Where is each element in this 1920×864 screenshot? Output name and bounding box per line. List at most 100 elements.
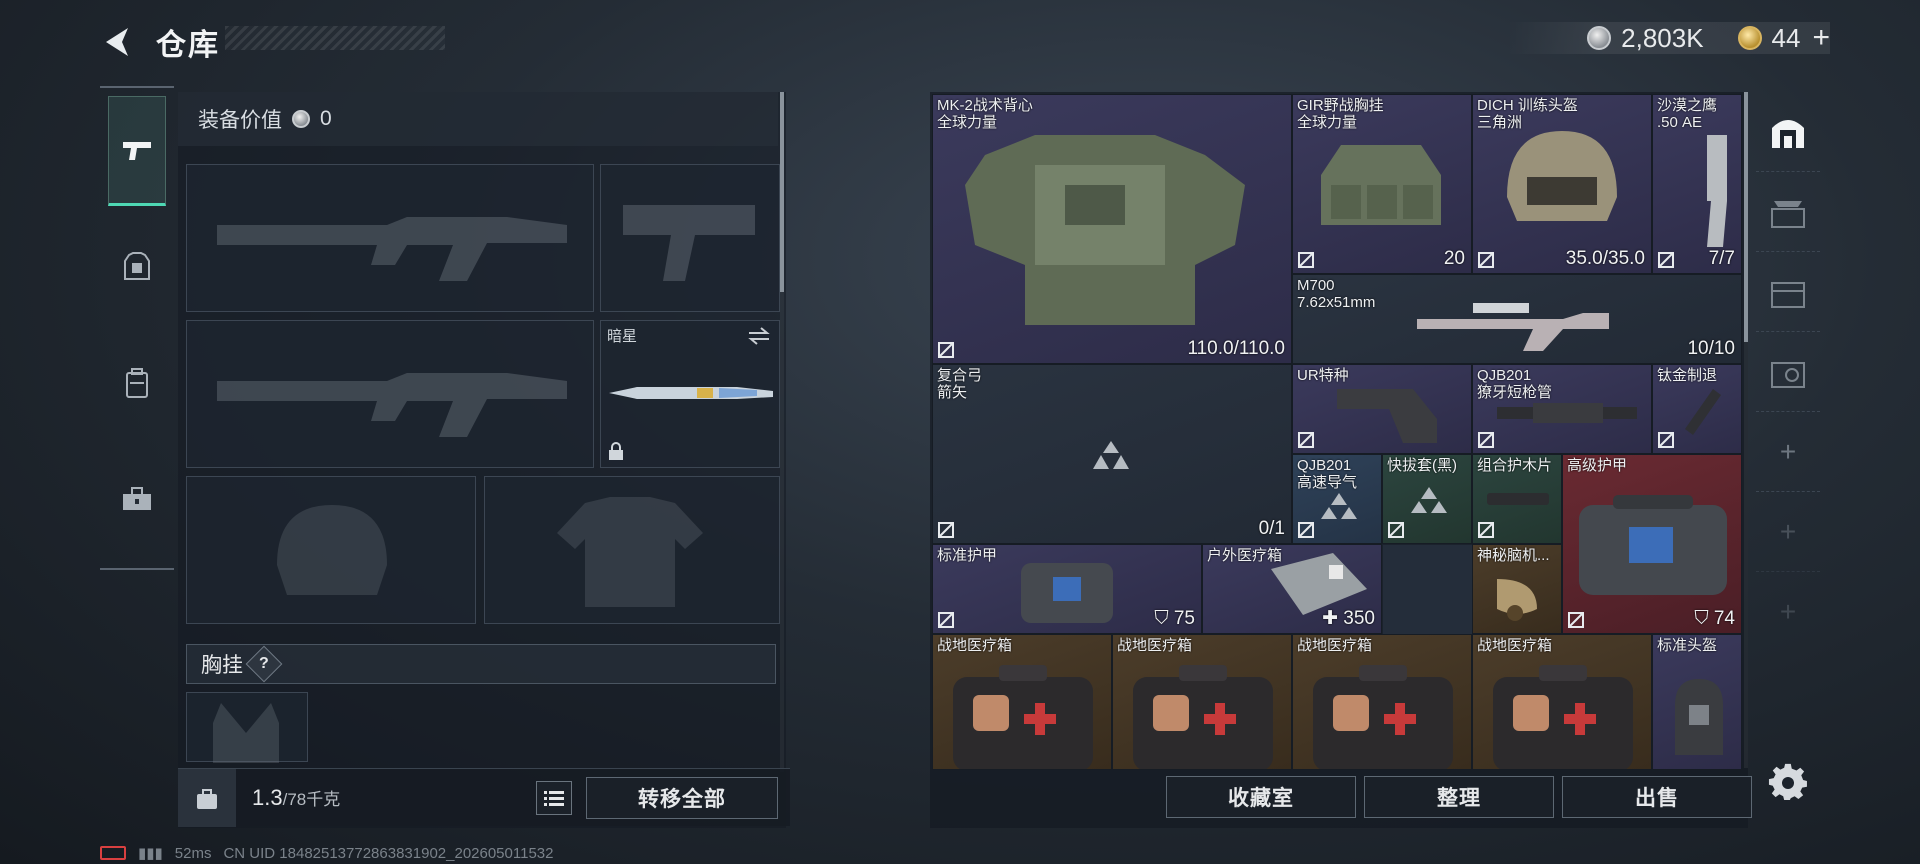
item-quick-holster[interactable]: 快拔套(黑): [1382, 454, 1472, 544]
tab-armor[interactable]: [108, 212, 166, 322]
secondary-weapon-slot[interactable]: [186, 320, 594, 468]
tab-tools[interactable]: [108, 444, 166, 554]
sell-button[interactable]: 出售: [1562, 776, 1752, 818]
unlock-icon: [1658, 252, 1674, 268]
item-heal-value: ✚ 350: [1322, 608, 1375, 629]
unlock-icon: [1658, 432, 1674, 448]
item-qjb201-gas[interactable]: QJB201 高速导气: [1292, 454, 1382, 544]
item-standard-armor[interactable]: 标准护甲 ⛉ 75: [932, 544, 1202, 634]
storage-scroll-thumb[interactable]: [1744, 92, 1748, 342]
melee-slot[interactable]: 暗星: [600, 320, 780, 468]
item-bow-arrows[interactable]: 复合弓 箭矢 0/1: [932, 364, 1292, 544]
item-m700[interactable]: M700 7.62x51mm 10/10: [1292, 274, 1742, 364]
sort-button[interactable]: 整理: [1364, 776, 1554, 818]
rig-silhouette: [213, 703, 279, 763]
item-desert-eagle[interactable]: 沙漠之鹰 .50 AE 7/7: [1652, 94, 1742, 274]
list-icon: [544, 791, 564, 806]
misc-crate-icon: [1771, 361, 1805, 388]
barrel-image: [1497, 403, 1637, 423]
unlock-icon: [1568, 612, 1584, 628]
transfer-all-button[interactable]: 转移全部: [586, 777, 778, 819]
item-durability: 35.0/35.0: [1565, 248, 1645, 269]
add-gold-button[interactable]: +: [1812, 21, 1830, 55]
item-dich-helmet[interactable]: DICH 训练头盔 三角洲 35.0/35.0: [1472, 94, 1652, 274]
item-mystery-device[interactable]: 神秘脑机...: [1472, 544, 1562, 634]
handguard-image: [1487, 493, 1549, 505]
item-field-medkit[interactable]: 战地医疗箱: [1292, 634, 1472, 770]
chest-rig-slot[interactable]: [186, 692, 308, 763]
add-storage-tab-button[interactable]: +: [1756, 412, 1820, 492]
medkit-image: [1313, 665, 1453, 769]
melee-name: 暗星: [607, 328, 638, 345]
tab-equipment-storage[interactable]: [1756, 252, 1820, 332]
item-field-medkit[interactable]: 战地医疗箱: [1112, 634, 1292, 770]
item-name: M700 7.62x51mm: [1297, 277, 1376, 311]
item-name: 沙漠之鹰 .50 AE: [1657, 97, 1718, 131]
item-standard-helmet[interactable]: 标准头盔: [1652, 634, 1742, 770]
item-titanium-muzzle[interactable]: 钛金制退: [1652, 364, 1742, 454]
unlock-icon: [1298, 252, 1314, 268]
item-handguard[interactable]: 组合护木片: [1472, 454, 1562, 544]
knife-image: [609, 387, 773, 399]
item-advanced-armor[interactable]: 高级护甲 ⛉ 74: [1562, 454, 1742, 634]
list-view-button[interactable]: [536, 781, 572, 815]
page-title: 仓库: [156, 29, 220, 62]
gold-amount: 44: [1771, 22, 1801, 53]
item-outdoor-medkit[interactable]: 户外医疗箱 ✚ 350: [1202, 544, 1382, 634]
chest-rig-label: 胸挂: [201, 654, 243, 677]
unlock-icon: [938, 522, 954, 538]
storage-grid: MK-2战术背心 全球力量 110.0/110.0 GIR野战胸挂 全球力量 20 …: [932, 94, 1742, 770]
tab-weapons[interactable]: [108, 96, 166, 206]
armor-slot[interactable]: [484, 476, 780, 624]
loadout-tabs: [100, 86, 174, 570]
item-mk2-vest[interactable]: MK-2战术背心 全球力量 110.0/110.0: [932, 94, 1292, 364]
ammo-triangle-icon: [1411, 487, 1447, 513]
helmet-slot[interactable]: [186, 476, 476, 624]
item-field-medkit[interactable]: 战地医疗箱: [932, 634, 1112, 770]
item-field-medkit[interactable]: 战地医疗箱: [1472, 634, 1652, 770]
storage-panel: MK-2战术背心 全球力量 110.0/110.0 GIR野战胸挂 全球力量 20 …: [930, 92, 1748, 828]
tab-all-storage[interactable]: [1756, 92, 1820, 172]
loadout-panel: 装备价值 0 暗星 胸挂 ?: [178, 92, 786, 828]
weight-max: /78千克: [282, 790, 341, 809]
back-arrow-icon[interactable]: [98, 22, 138, 62]
item-name: 组合护木片: [1477, 457, 1553, 474]
primary-weapon-slot[interactable]: [186, 164, 594, 312]
pistol-icon: [123, 142, 151, 160]
tab-backpack[interactable]: [108, 328, 166, 438]
item-armor-value: ⛉ 74: [1694, 608, 1735, 629]
add-storage-tab-button[interactable]: +: [1756, 572, 1820, 652]
settings-icon[interactable]: [1768, 762, 1808, 802]
loadout-scroll-thumb[interactable]: [780, 92, 784, 292]
tab-weapons-storage[interactable]: [1756, 172, 1820, 252]
add-storage-tab-button[interactable]: +: [1756, 492, 1820, 572]
item-ammo: 10/10: [1687, 338, 1735, 359]
collection-button[interactable]: 收藏室: [1166, 776, 1356, 818]
armor-bag-image: [1021, 563, 1113, 623]
weight-icon: [178, 769, 236, 827]
storage-tabs: + + +: [1756, 92, 1820, 828]
item-name: 战地医疗箱: [1477, 637, 1553, 654]
item-ur-stock[interactable]: UR特种: [1292, 364, 1472, 454]
pistol-slot[interactable]: [600, 164, 780, 312]
item-gir-chest-rig[interactable]: GIR野战胸挂 全球力量 20: [1292, 94, 1472, 274]
rig-image: [1321, 145, 1441, 225]
swap-icon[interactable]: [747, 325, 771, 347]
rifle-silhouette: [217, 217, 567, 281]
backpack-icon: [126, 368, 148, 398]
tab-misc-storage[interactable]: [1756, 332, 1820, 412]
item-name: 战地医疗箱: [937, 637, 1013, 654]
item-qjb201-barrel[interactable]: QJB201 獠牙短枪管: [1472, 364, 1652, 454]
item-name: UR特种: [1297, 367, 1349, 384]
equipment-value: 装备价值 0: [178, 92, 778, 146]
gold-coin-icon: [1737, 26, 1762, 50]
item-name: DICH 训练头盔 三角洲: [1477, 97, 1578, 131]
unlock-icon: [1478, 252, 1494, 268]
unlock-icon: [1478, 432, 1494, 448]
chest-rig-header: 胸挂 ?: [186, 644, 776, 684]
equip-value-label: 装备价值: [198, 109, 282, 132]
unlock-icon: [1298, 432, 1314, 448]
item-name: 复合弓 箭矢: [937, 367, 983, 401]
help-icon[interactable]: ?: [245, 645, 283, 683]
status-line: ▮▮▮ 52ms CN UID 1848251377286383190​2_20…: [100, 844, 553, 862]
